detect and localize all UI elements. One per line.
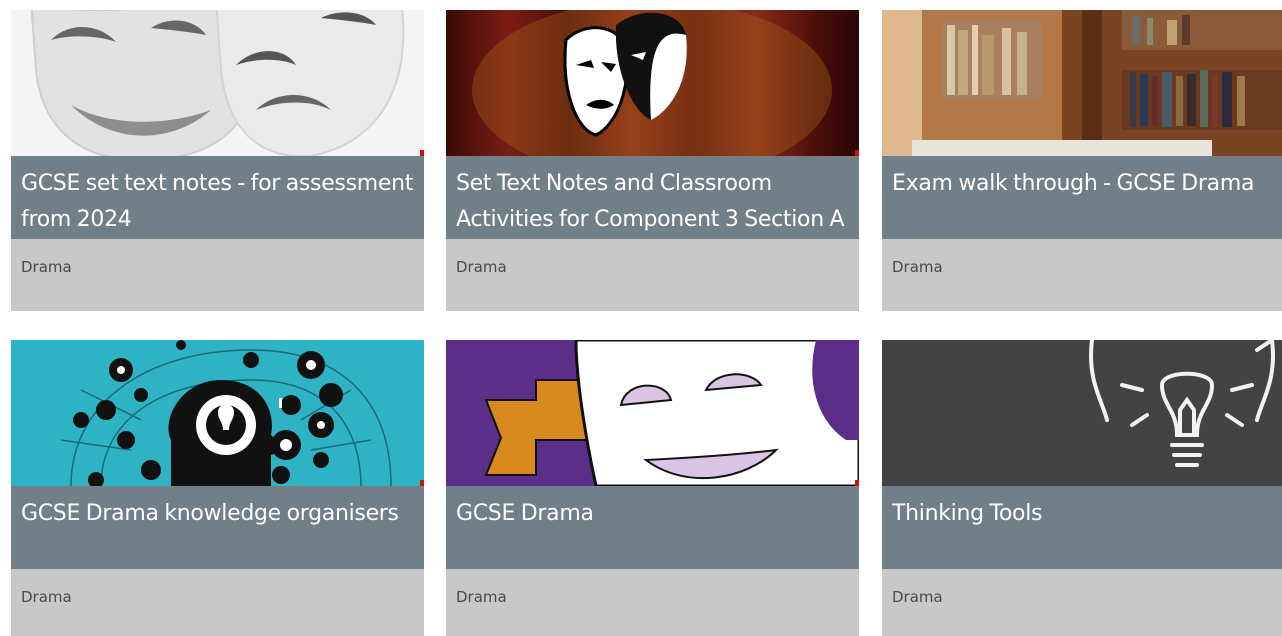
card-thumbnail-head-icons[interactable] xyxy=(11,340,424,486)
card-title-bar[interactable]: GCSE Drama xyxy=(446,486,859,569)
resource-card[interactable]: GCSE Drama knowledge organisers Drama xyxy=(11,340,424,636)
card-title-bar[interactable]: Thinking Tools xyxy=(882,486,1282,569)
card-title[interactable]: GCSE Drama knowledge organisers xyxy=(21,496,414,532)
card-category-bar: Drama xyxy=(446,239,859,311)
lightbulb-icon xyxy=(882,340,1282,486)
card-thumbnail-bookshelf[interactable] xyxy=(882,10,1282,156)
resource-card[interactable]: Exam walk through - GCSE Drama Drama xyxy=(882,10,1282,311)
card-title-bar[interactable]: GCSE Drama knowledge organisers xyxy=(11,486,424,569)
card-category-bar: Drama xyxy=(11,239,424,311)
card-category: Drama xyxy=(892,588,943,606)
resource-card[interactable]: Thinking Tools Drama xyxy=(882,340,1282,636)
card-thumbnail-chalkboard[interactable] xyxy=(882,340,1282,486)
bookshelf-icon xyxy=(882,10,1282,156)
card-thumbnail-curtain[interactable] xyxy=(446,10,859,156)
head-lightbulb-icon xyxy=(11,340,424,486)
card-title[interactable]: Thinking Tools xyxy=(892,496,1272,532)
card-category: Drama xyxy=(892,258,943,276)
card-category-bar: Drama xyxy=(882,239,1282,311)
card-title-bar[interactable]: Exam walk through - GCSE Drama xyxy=(882,156,1282,239)
card-title-bar[interactable]: GCSE set text notes - for assessment fro… xyxy=(11,156,424,239)
card-title[interactable]: GCSE set text notes - for assessment fro… xyxy=(21,166,414,238)
theatre-masks-icon xyxy=(11,10,424,156)
card-category: Drama xyxy=(21,588,72,606)
card-thumbnail-masks[interactable] xyxy=(11,10,424,156)
resource-card[interactable]: GCSE set text notes - for assessment fro… xyxy=(11,10,424,311)
card-title[interactable]: GCSE Drama xyxy=(456,496,849,532)
card-category: Drama xyxy=(456,258,507,276)
card-thumbnail-comedy-mask[interactable] xyxy=(446,340,859,486)
resource-card[interactable]: Set Text Notes and Classroom Activities … xyxy=(446,10,859,311)
card-title-bar[interactable]: Set Text Notes and Classroom Activities … xyxy=(446,156,859,239)
stage-masks-icon xyxy=(446,10,859,156)
card-category-bar: Drama xyxy=(446,569,859,636)
card-title[interactable]: Set Text Notes and Classroom Activities … xyxy=(456,166,849,238)
card-title[interactable]: Exam walk through - GCSE Drama xyxy=(892,166,1272,202)
card-category: Drama xyxy=(21,258,72,276)
resource-card[interactable]: GCSE Drama Drama xyxy=(446,340,859,636)
card-category: Drama xyxy=(456,588,507,606)
card-category-bar: Drama xyxy=(11,569,424,636)
card-category-bar: Drama xyxy=(882,569,1282,636)
comedy-mask-icon xyxy=(446,340,859,486)
